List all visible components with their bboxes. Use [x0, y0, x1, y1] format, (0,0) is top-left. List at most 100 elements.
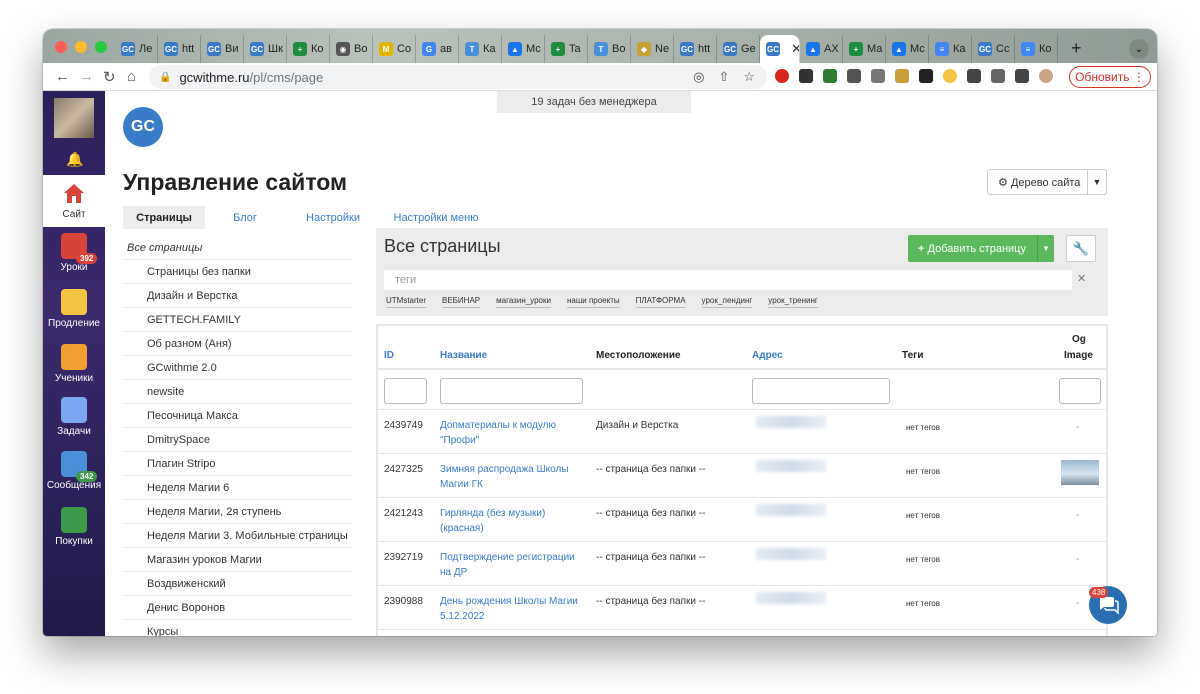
- row-address-blurred[interactable]: [756, 416, 826, 428]
- bell-icon[interactable]: 🔔: [66, 151, 83, 168]
- row-address-blurred[interactable]: [756, 504, 826, 516]
- sidebar-item-0[interactable]: Уроки 392: [43, 233, 105, 273]
- tab-3[interactable]: Настройки меню: [381, 206, 491, 229]
- browser-tab[interactable]: Gав: [416, 35, 459, 63]
- column-id[interactable]: ID: [384, 350, 394, 361]
- browser-tab[interactable]: GC htt: [158, 35, 201, 63]
- star-icon[interactable]: ☆: [743, 69, 755, 85]
- home-icon[interactable]: ⌂: [127, 68, 136, 85]
- tab-search-icon[interactable]: ⌄: [1129, 39, 1149, 59]
- reload-icon[interactable]: ↻: [103, 68, 116, 86]
- browser-tab[interactable]: ◆ Ne: [631, 35, 674, 63]
- name-filter-input[interactable]: [440, 378, 583, 404]
- column-address[interactable]: Адрес: [752, 350, 783, 361]
- folder-item[interactable]: Об разном (Аня): [123, 332, 352, 356]
- site-tree-button[interactable]: ⚙ Дерево сайта ▼: [987, 169, 1107, 195]
- close-tab-icon[interactable]: ✕: [791, 41, 799, 57]
- sidebar-item-3[interactable]: Задачи: [43, 397, 105, 437]
- row-name-link[interactable]: Зимняя распродажа Школы Магии ГК: [440, 462, 588, 492]
- row-address-blurred[interactable]: [756, 592, 826, 604]
- browser-tab[interactable]: + Ta: [545, 35, 588, 63]
- extension-icon[interactable]: [895, 69, 909, 83]
- browser-tab[interactable]: GC ✕: [760, 35, 800, 63]
- tag-filter[interactable]: ВЕБИНАР: [442, 296, 481, 308]
- clear-tags-icon[interactable]: ✕: [1077, 272, 1086, 285]
- browser-tab[interactable]: ▲ Мс: [502, 35, 545, 63]
- extension-icon[interactable]: [799, 69, 813, 83]
- sidebar-item-2[interactable]: Ученики: [43, 344, 105, 384]
- browser-tab[interactable]: M Со: [373, 35, 416, 63]
- tag-filter[interactable]: ПЛАТФОРМА: [635, 296, 686, 308]
- browser-tab[interactable]: T Ка: [459, 35, 502, 63]
- browser-tab[interactable]: GC Ле: [115, 35, 158, 63]
- browser-tab[interactable]: + Ма: [843, 35, 886, 63]
- address-filter-input[interactable]: [752, 378, 890, 404]
- chevron-down-icon[interactable]: ▼: [1037, 235, 1054, 262]
- folder-item[interactable]: Воздвиженский: [123, 572, 352, 596]
- browser-tab[interactable]: + Ко: [287, 35, 330, 63]
- browser-tab[interactable]: ▲ Мс: [886, 35, 929, 63]
- extension-icon[interactable]: [823, 69, 837, 83]
- address-bar[interactable]: 🔒 gcwithme.ru/pl/cms/page ◎ ⇧ ☆: [149, 65, 767, 89]
- browser-tab[interactable]: GC Шк: [244, 35, 287, 63]
- folder-item[interactable]: Денис Воронов: [123, 596, 352, 620]
- row-name-link[interactable]: День рождения Школы Магии 5.12.2022: [440, 594, 588, 624]
- avatar[interactable]: [54, 98, 94, 138]
- browser-tab[interactable]: ▲ АХ: [800, 35, 843, 63]
- row-name-link[interactable]: Допматериалы к модулю "Профи": [440, 418, 588, 448]
- folder-item[interactable]: Плагин Stripo: [123, 452, 352, 476]
- folder-item[interactable]: Курсы: [123, 620, 352, 637]
- folder-item[interactable]: Магазин уроков Магии: [123, 548, 352, 572]
- folder-item[interactable]: Неделя Магии, 2я ступень: [123, 500, 352, 524]
- column-name[interactable]: Название: [440, 350, 487, 361]
- tag-filter[interactable]: урок_лендинг: [701, 296, 753, 308]
- tab-0[interactable]: Страницы: [123, 206, 205, 229]
- row-name-link[interactable]: Подтверждение регистрации на ДР: [440, 550, 588, 580]
- browser-tab[interactable]: GC Сс: [972, 35, 1015, 63]
- folder-item[interactable]: Все страницы: [123, 236, 352, 260]
- folder-item[interactable]: GCwithme 2.0: [123, 356, 352, 380]
- folder-item[interactable]: Неделя Магии 3. Мобильные страницы: [123, 524, 352, 548]
- chevron-down-icon[interactable]: ▼: [1087, 170, 1106, 194]
- browser-tab[interactable]: ◉ Во: [330, 35, 373, 63]
- extension-icon[interactable]: [919, 69, 933, 83]
- folder-item[interactable]: Неделя Магии 6: [123, 476, 352, 500]
- puzzle-icon[interactable]: [967, 69, 981, 83]
- og-filter-input[interactable]: [1059, 378, 1101, 404]
- browser-tab[interactable]: GC Ge: [717, 35, 760, 63]
- pen-extension-icon[interactable]: [847, 69, 861, 83]
- folder-item[interactable]: Песочница Макса: [123, 404, 352, 428]
- share-icon[interactable]: ⇧: [718, 69, 729, 85]
- extension-icon[interactable]: [943, 69, 957, 83]
- sidebar-item-4[interactable]: Сообщения 342: [43, 451, 105, 491]
- profile-icon[interactable]: [1039, 69, 1053, 83]
- maximize-window-button[interactable]: [95, 41, 107, 53]
- opera-extension-icon[interactable]: [775, 69, 789, 83]
- browser-tab[interactable]: ≡ Ко: [1015, 35, 1058, 63]
- folder-item[interactable]: DmitrySpace: [123, 428, 352, 452]
- folder-item[interactable]: newsite: [123, 380, 352, 404]
- add-page-button[interactable]: + Добавить страницу ▼: [908, 235, 1054, 262]
- tab-1[interactable]: Блог: [205, 206, 285, 229]
- row-name-link[interactable]: Гирлянда (без музыки) (красная): [440, 506, 588, 536]
- wrench-icon[interactable]: 🔧: [1066, 235, 1096, 262]
- reading-list-icon[interactable]: [991, 69, 1005, 83]
- browser-tab[interactable]: T Во: [588, 35, 631, 63]
- screenshot-extension-icon[interactable]: [871, 69, 885, 83]
- sidebar-item-1[interactable]: Продление: [43, 289, 105, 329]
- browser-tab[interactable]: GC Ви: [201, 35, 244, 63]
- browser-tab[interactable]: ≡ Ка: [929, 35, 972, 63]
- sidebar-item-5[interactable]: Покупки: [43, 507, 105, 547]
- tag-filter[interactable]: UTMstarter: [386, 296, 426, 308]
- row-address-blurred[interactable]: [756, 548, 826, 560]
- folder-item[interactable]: Страницы без папки: [123, 260, 352, 284]
- tab-2[interactable]: Настройки: [285, 206, 381, 229]
- tags-input[interactable]: теги: [384, 270, 1072, 290]
- browser-tab[interactable]: GC htt: [674, 35, 717, 63]
- close-window-button[interactable]: [55, 41, 67, 53]
- new-tab-icon[interactable]: +: [1071, 38, 1082, 59]
- update-button[interactable]: Обновить ⋮: [1069, 66, 1151, 88]
- folder-item[interactable]: GETTECH.FAMILY: [123, 308, 352, 332]
- eye-slash-icon[interactable]: ◎: [693, 69, 704, 85]
- gc-logo[interactable]: GC: [123, 107, 163, 147]
